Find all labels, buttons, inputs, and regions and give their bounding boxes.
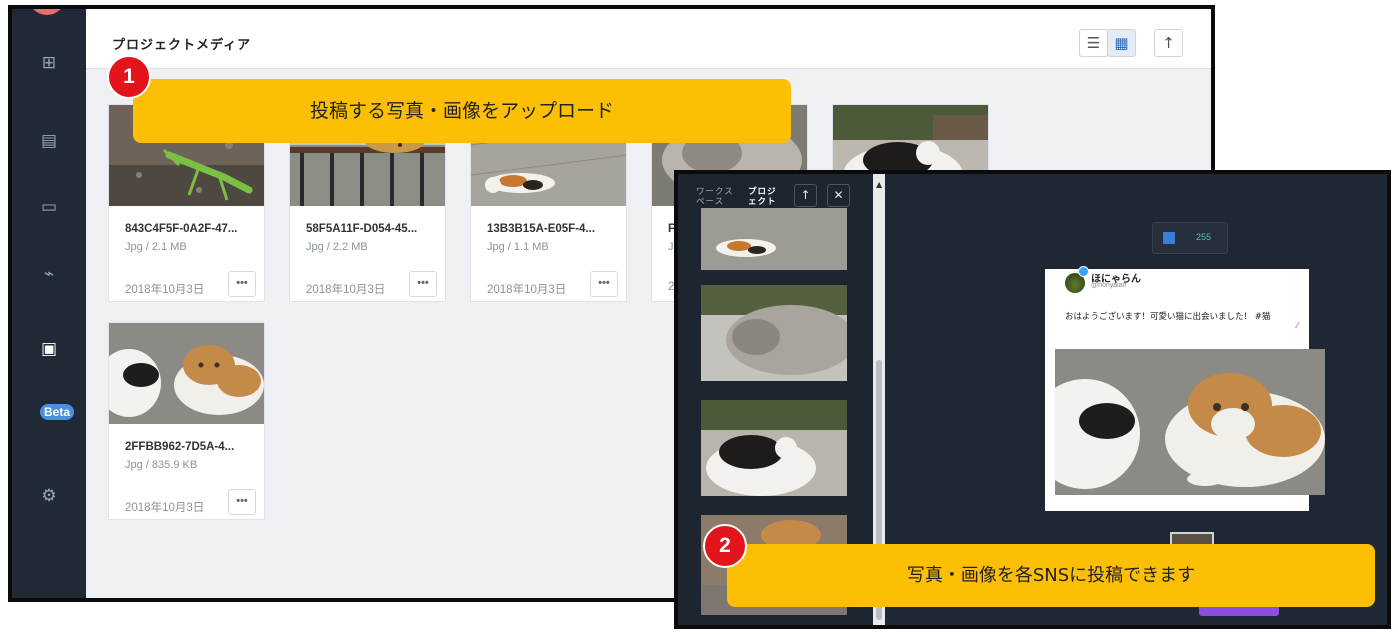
analytics-icon[interactable]: ⌁ bbox=[39, 264, 59, 284]
image-icon bbox=[1163, 232, 1175, 244]
media-card[interactable]: 2FFBB962-7D5A-4... Jpg / 835.9 KB 2018年1… bbox=[108, 322, 265, 520]
more-options-button[interactable]: ••• bbox=[228, 271, 256, 297]
attached-photo[interactable] bbox=[1055, 349, 1325, 495]
media-thumbnail[interactable] bbox=[109, 323, 264, 424]
app-logo[interactable] bbox=[28, 9, 66, 15]
upload-date: 2018年10月3日 bbox=[125, 502, 205, 514]
upload-callout: 投稿する写真・画像をアップロード bbox=[133, 79, 791, 143]
grid-view-button[interactable]: ▦ bbox=[1107, 29, 1136, 57]
file-name: 58F5A11F-D054-45... bbox=[306, 223, 418, 235]
beta-badge[interactable]: Beta bbox=[40, 404, 75, 420]
upload-arrow-button[interactable]: ↑ bbox=[794, 184, 817, 207]
media-count-chip[interactable]: 255 bbox=[1152, 222, 1228, 254]
scroll-up-arrow[interactable]: ▲ bbox=[876, 180, 882, 189]
settings-gear-icon[interactable]: ⚙ bbox=[39, 486, 59, 506]
file-meta: Jpg / 2.1 MB bbox=[125, 241, 187, 253]
tab-workspace[interactable]: ワークス ペース bbox=[696, 186, 734, 206]
more-options-button[interactable]: ••• bbox=[228, 489, 256, 515]
file-name: 843C4F5F-0A2F-47... bbox=[125, 223, 238, 235]
file-name: 13B3B15A-E05F-4... bbox=[487, 223, 596, 235]
resize-handle-icon[interactable]: ⁄⁄ bbox=[1296, 321, 1299, 330]
media-count: 255 bbox=[1196, 232, 1212, 242]
more-options-button[interactable]: ••• bbox=[590, 271, 618, 297]
upload-date: 2018年10月3日 bbox=[306, 284, 386, 296]
file-name: 2FFBB962-7D5A-4... bbox=[125, 441, 235, 453]
step-two-badge: 2 bbox=[703, 524, 747, 568]
sns-post-callout-text: 写真・画像を各SNSに投稿できます bbox=[906, 565, 1196, 586]
picker-thumbnail[interactable] bbox=[701, 400, 847, 496]
page-header: プロジェクトメディア ☰ ▦ ↑ bbox=[86, 9, 1211, 69]
post-composer-card: ほにゃらん @honyalan おはようございます！可愛い猫に出会いました！ #… bbox=[1045, 266, 1325, 511]
media-icon[interactable]: ▣ bbox=[39, 339, 59, 359]
file-meta: J bbox=[668, 241, 674, 253]
two-cats-image bbox=[1055, 349, 1325, 495]
picker-thumbnail[interactable] bbox=[701, 285, 847, 381]
page-title: プロジェクトメディア bbox=[112, 37, 252, 52]
dashboard-grid-icon[interactable]: ⊞ bbox=[39, 53, 59, 73]
file-meta: Jpg / 835.9 KB bbox=[125, 459, 198, 471]
bw-cat-temple-image bbox=[701, 400, 847, 496]
grey-cat-image bbox=[701, 285, 847, 381]
step-one-badge: 1 bbox=[107, 55, 151, 99]
upload-callout-text: 投稿する写真・画像をアップロード bbox=[309, 100, 614, 122]
posts-icon[interactable]: ▤ bbox=[39, 131, 59, 151]
twitter-bird-icon bbox=[1078, 266, 1089, 277]
upload-date: 2018年10月3日 bbox=[125, 284, 205, 296]
account-handle: @honyalan bbox=[1091, 282, 1127, 289]
file-meta: Jpg / 1.1 MB bbox=[487, 241, 549, 253]
calico-cat-lying-image bbox=[701, 208, 847, 270]
sns-post-callout: 写真・画像を各SNSに投稿できます bbox=[727, 544, 1375, 607]
upload-button[interactable]: ↑ bbox=[1154, 29, 1183, 57]
picker-thumbnail[interactable] bbox=[701, 208, 847, 270]
more-options-button[interactable]: ••• bbox=[409, 271, 437, 297]
file-meta: Jpg / 2.2 MB bbox=[306, 241, 368, 253]
post-text-input[interactable]: おはようございます！可愛い猫に出会いました！ #猫 bbox=[1065, 310, 1270, 322]
sidebar: ⊞ ▤ ▭ ⌁ ▣ Beta ⚙ bbox=[12, 9, 86, 598]
messages-icon[interactable]: ▭ bbox=[39, 197, 59, 217]
list-view-button[interactable]: ☰ bbox=[1079, 29, 1108, 57]
two-cats-image bbox=[109, 323, 264, 424]
upload-date: 2018年10月3日 bbox=[487, 284, 567, 296]
close-button[interactable]: ✕ bbox=[827, 184, 850, 207]
